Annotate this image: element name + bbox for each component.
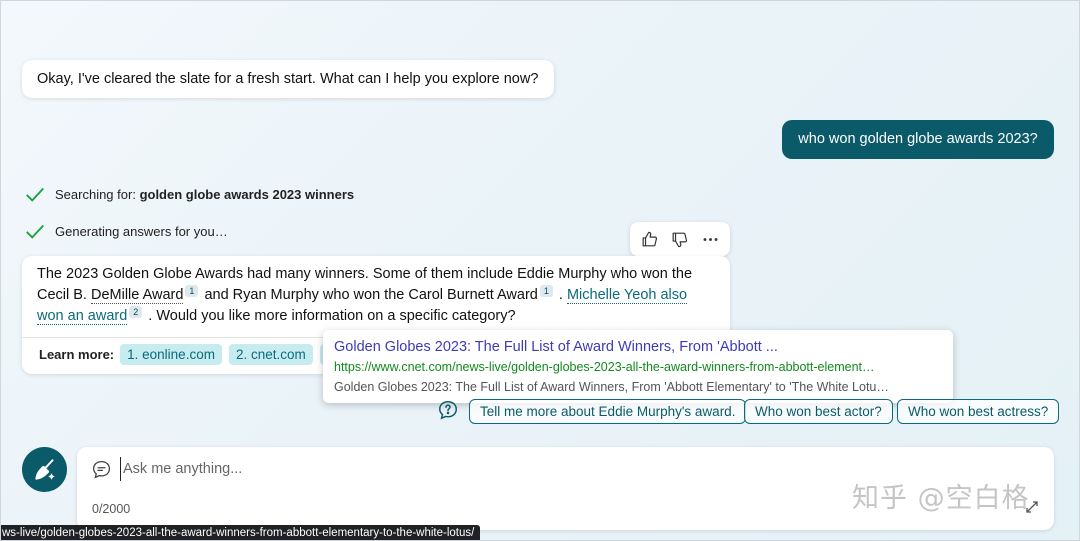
bot-message-greeting: Okay, I've cleared the slate for a fresh… bbox=[22, 60, 554, 98]
suggestion-chip[interactable]: Who won best actress? bbox=[897, 399, 1060, 424]
chat-input[interactable] bbox=[120, 457, 720, 481]
user-message: who won golden globe awards 2023? bbox=[782, 120, 1054, 159]
searching-query: golden globe awards 2023 winners bbox=[139, 186, 355, 202]
character-counter: 0/2000 bbox=[92, 502, 131, 516]
answer-text: The 2023 Golden Globe Awards had many wi… bbox=[22, 256, 730, 327]
user-message-text: who won golden globe awards 2023? bbox=[798, 131, 1038, 147]
check-icon bbox=[26, 187, 44, 202]
generating-text: Generating answers for you… bbox=[55, 223, 228, 239]
more-icon bbox=[703, 237, 718, 241]
check-icon bbox=[26, 224, 44, 239]
chat-bubble-icon bbox=[92, 460, 111, 479]
suggestion-chip[interactable]: Tell me more about Eddie Murphy's award. bbox=[469, 399, 747, 424]
searching-prefix: Searching for: bbox=[55, 186, 136, 202]
thumbs-up-icon bbox=[642, 231, 657, 246]
suggestion-chip[interactable]: Who won best actor? bbox=[744, 399, 893, 424]
citation-2[interactable]: 2 bbox=[129, 306, 143, 318]
learn-more-row: Learn more: 1. eonline.com 2. cnet.com 3… bbox=[39, 344, 352, 365]
deMille-award-link[interactable]: DeMille Award bbox=[91, 287, 184, 304]
preview-title[interactable]: Golden Globes 2023: The Full List of Awa… bbox=[334, 337, 942, 357]
citation-1[interactable]: 1 bbox=[185, 285, 199, 297]
broom-icon bbox=[34, 458, 55, 480]
source-link-cnet[interactable]: 2. cnet.com bbox=[228, 344, 313, 365]
preview-url: https://www.cnet.com/news-live/golden-gl… bbox=[334, 360, 875, 374]
more-options-button[interactable] bbox=[697, 225, 725, 253]
generating-status: Generating answers for you… bbox=[24, 220, 228, 242]
preview-description: Golden Globes 2023: The Full List of Awa… bbox=[334, 380, 889, 394]
answer-segment: . bbox=[554, 287, 567, 303]
thumbs-down-button[interactable] bbox=[666, 225, 694, 253]
thumbs-down-icon bbox=[673, 232, 688, 247]
citation-1[interactable]: 1 bbox=[539, 285, 553, 297]
feedback-toolbar bbox=[630, 222, 730, 256]
source-link-eonline[interactable]: 1. eonline.com bbox=[120, 344, 222, 365]
watermark: 知乎 @空白格 bbox=[852, 483, 1030, 514]
browser-status-bar: ws-live/golden-globes-2023-all-the-award… bbox=[0, 525, 480, 541]
answer-segment: and Ryan Murphy who won the Carol Burnet… bbox=[200, 287, 538, 303]
chat-input-box: 0/2000 知乎 @空白格 bbox=[77, 447, 1054, 530]
thumbs-up-button[interactable] bbox=[635, 225, 663, 253]
source-preview-popup[interactable]: Golden Globes 2023: The Full List of Awa… bbox=[323, 330, 953, 403]
question-bubble-icon bbox=[439, 401, 457, 420]
bot-message-text: Okay, I've cleared the slate for a fresh… bbox=[37, 71, 539, 87]
learn-more-label: Learn more: bbox=[39, 347, 115, 362]
searching-status: Searching for: golden globe awards 2023 … bbox=[24, 183, 354, 205]
answer-segment: . Would you like more information on a s… bbox=[144, 308, 516, 324]
expand-icon[interactable] bbox=[1024, 499, 1040, 515]
new-topic-button[interactable] bbox=[22, 447, 67, 492]
